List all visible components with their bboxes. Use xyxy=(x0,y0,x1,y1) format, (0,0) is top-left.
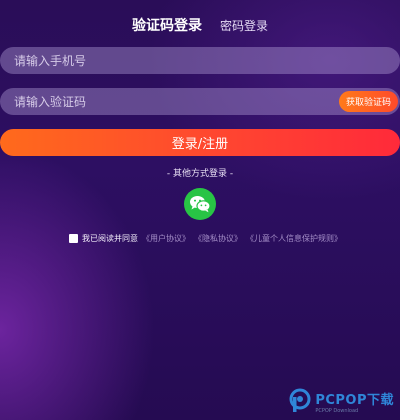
user-agreement-link[interactable]: 《用户协议》 xyxy=(142,233,190,244)
watermark: PCPOP下载 PCPOP Download xyxy=(289,388,394,414)
tab-password-login[interactable]: 密码登录 xyxy=(220,17,268,34)
login-screen: 验证码登录 密码登录 获取验证码 登录/注册 - 其他方式登录 - 我已阅读并同… xyxy=(0,0,400,420)
code-input[interactable] xyxy=(0,88,300,115)
agreement-prefix: 我已阅读并同意 xyxy=(82,234,138,243)
other-login-label: - 其他方式登录 - xyxy=(166,169,234,179)
child-privacy-link[interactable]: 《儿童个人信息保护规则》 xyxy=(246,233,342,244)
wechat-login-button[interactable] xyxy=(184,188,216,220)
login-tabs: 验证码登录 密码登录 xyxy=(0,14,400,36)
phone-field xyxy=(0,47,400,74)
agreement-row: 我已阅读并同意 《用户协议》 《隐私协议》 《儿童个人信息保护规则》 xyxy=(69,233,342,244)
get-code-button[interactable]: 获取验证码 xyxy=(338,91,398,112)
login-register-button[interactable]: 登录/注册 xyxy=(0,129,400,156)
wechat-icon xyxy=(190,196,211,213)
pcpop-logo-icon xyxy=(289,388,311,412)
tab-sms-login[interactable]: 验证码登录 xyxy=(132,15,202,35)
code-field: 获取验证码 xyxy=(0,88,400,115)
privacy-agreement-link[interactable]: 《隐私协议》 xyxy=(194,233,242,244)
phone-input[interactable] xyxy=(0,47,300,74)
agreement-checkbox[interactable] xyxy=(69,234,78,243)
watermark-title: PCPOP下载 xyxy=(315,392,394,408)
watermark-subtitle: PCPOP Download xyxy=(315,407,359,414)
